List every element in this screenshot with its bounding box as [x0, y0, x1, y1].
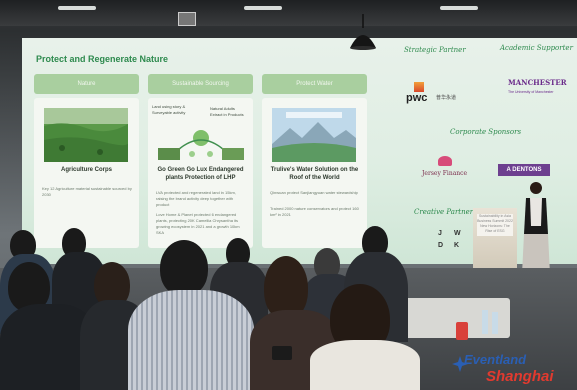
ceiling-light	[58, 6, 96, 10]
projector	[178, 12, 196, 26]
water-bottle	[492, 312, 498, 334]
creative-logo-letter: K	[454, 242, 460, 249]
manchester-subtext: The University of Manchester	[508, 90, 554, 94]
column-text: Key 12 Agriculture material sustainable …	[42, 186, 132, 197]
mountain-photo	[272, 108, 356, 162]
pwc-logo-mark	[414, 82, 424, 92]
audience-body	[310, 340, 420, 390]
ceiling	[0, 0, 577, 26]
eventland-watermark: Eventland Shanghai	[446, 352, 574, 388]
column-card: Agriculture Corps Key 12 Agriculture mat…	[34, 98, 139, 248]
watermark-logo-icon	[452, 356, 468, 372]
column-caption: Agriculture Corps	[60, 167, 112, 173]
water-bottle	[482, 310, 488, 334]
slide-title: Protect and Regenerate Nature	[36, 54, 169, 64]
sourcing-diagram	[158, 130, 244, 160]
red-cup	[456, 322, 468, 340]
pwc-logo-cn: 普华永道	[436, 95, 457, 101]
pwc-logo: pwc	[406, 92, 428, 104]
column-card: Trulive's Water Solution on the Roof of …	[262, 98, 367, 248]
mini-label: Natural Adults Extract in Products	[210, 106, 244, 117]
column-heading: Nature	[34, 74, 139, 94]
creative-partner-label: Creative Partner	[414, 208, 474, 216]
phone	[272, 346, 292, 360]
dentons-logo: A DENTONS	[506, 167, 542, 173]
slide-column-sourcing: Sustainable Sourcing Land using story & …	[148, 74, 253, 252]
column-heading: Protect Water	[262, 74, 367, 94]
audience-body-striped-shirt	[128, 290, 254, 390]
column-text: Trained 2000 nature conservators and pro…	[270, 206, 359, 217]
pendant-lamp	[350, 14, 376, 50]
ceiling-light	[440, 6, 478, 10]
jersey-finance-logo: Jersey Finance	[422, 170, 468, 177]
ceiling-light	[244, 6, 282, 10]
column-heading: Sustainable Sourcing	[148, 74, 253, 94]
tea-field-photo	[44, 108, 128, 162]
column-text: Love Home & Planet protected 6 endangere…	[156, 212, 240, 235]
jersey-finance-mark	[438, 156, 452, 166]
column-text: Qinwuan protect Sanjiangyuan water stewa…	[270, 190, 358, 195]
watermark-line-2: Shanghai	[486, 368, 554, 385]
creative-logo-letter: D	[438, 242, 444, 249]
column-card: Land using story & Surveyable activity N…	[148, 98, 253, 248]
creative-logo-letter: J	[438, 230, 442, 237]
creative-logo-letter: W	[454, 230, 461, 237]
dentons-logo-box: A DENTONS	[498, 164, 550, 176]
watermark-line-1: Eventland	[464, 352, 527, 367]
academic-supporter-label: Academic Supporter	[500, 44, 573, 52]
strategic-partner-label: Strategic Partner	[404, 46, 466, 54]
podium-sign: Sustainability in Asia Business Summit 2…	[477, 214, 513, 236]
corporate-sponsors-label: Corporate Sponsors	[450, 128, 522, 136]
column-caption: Trulive's Water Solution on the Roof of …	[270, 167, 359, 181]
conference-photo: Protect and Regenerate Nature Nature Agr…	[0, 0, 577, 390]
manchester-logo: MANCHESTER	[508, 78, 567, 87]
audience-head	[160, 240, 208, 296]
column-caption: Go Green Go Lux Endangered plants Protec…	[157, 167, 244, 181]
mini-label: Land using story & Surveyable activity	[152, 104, 186, 115]
slide-column-nature: Nature Agriculture Corps Key 12 Agricult…	[34, 74, 139, 252]
slide-column-water: Protect Water Trulive's Water Solution o…	[262, 74, 367, 252]
column-text: LVA protected and regenerated land in 15…	[156, 190, 236, 207]
